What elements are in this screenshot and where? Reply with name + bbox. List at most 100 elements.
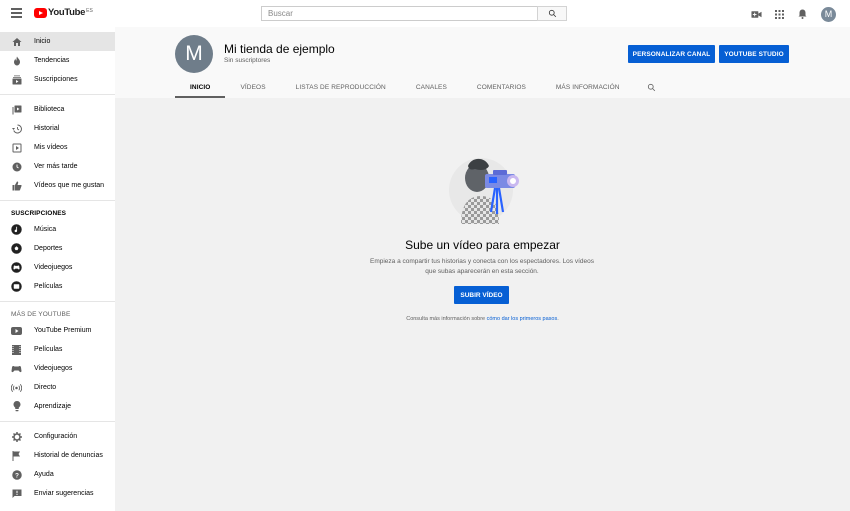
youtube-premium-icon	[11, 325, 22, 336]
masthead-actions: M	[743, 4, 836, 24]
help-text-prefix: Consulta más información sobre	[406, 316, 487, 322]
subscriptions-icon	[11, 74, 22, 85]
sidebar-item-gaming[interactable]: Videojuegos	[0, 258, 115, 277]
sidebar-item-label: Tendencias	[34, 57, 70, 64]
guide-sidebar: Inicio Tendencias Suscripciones Bibliote…	[0, 27, 115, 511]
youtube-studio-button[interactable]: YOUTUBE STUDIO	[719, 45, 789, 63]
sidebar-item-sports[interactable]: Deportes	[0, 239, 115, 258]
watch-later-icon	[11, 161, 22, 172]
sidebar-item-label: Suscripciones	[34, 76, 78, 83]
flag-icon	[11, 450, 22, 461]
sidebar-item-watch-later[interactable]: Ver más tarde	[0, 157, 115, 176]
lightbulb-icon	[11, 401, 22, 412]
tab-home[interactable]: INICIO	[175, 76, 226, 98]
create-video-button[interactable]	[746, 4, 766, 24]
my-videos-icon	[11, 142, 22, 153]
tab-playlists[interactable]: LISTAS DE REPRODUCCIÓN	[281, 76, 401, 98]
controller-icon	[11, 363, 22, 374]
youtube-logo[interactable]: YouTube ES	[34, 8, 93, 18]
search-bar	[261, 6, 567, 21]
svg-text:?: ?	[15, 472, 19, 479]
sidebar-item-label: Vídeos que me gustan	[34, 182, 105, 189]
apps-grid-icon	[774, 9, 784, 19]
channel-search-button[interactable]	[639, 76, 665, 98]
sidebar-item-library[interactable]: Biblioteca	[0, 100, 115, 119]
tab-channels[interactable]: CANALES	[401, 76, 462, 98]
sidebar-item-films[interactable]: Películas	[0, 340, 115, 359]
sidebar-item-my-videos[interactable]: Mis vídeos	[0, 138, 115, 157]
sidebar-item-home[interactable]: Inicio	[0, 32, 115, 51]
empty-state-title: Sube un vídeo para empezar	[405, 238, 560, 252]
tab-videos[interactable]: VÍDEOS	[225, 76, 280, 98]
sidebar-item-label: Biblioteca	[34, 106, 65, 113]
sidebar-item-label: Música	[34, 226, 57, 233]
getting-started-link[interactable]: cómo dar los primeros pasos	[487, 316, 558, 322]
sidebar-item-movies[interactable]: Películas	[0, 277, 115, 296]
sidebar-item-label: Configuración	[34, 433, 78, 440]
history-icon	[11, 123, 22, 134]
sidebar-item-report-history[interactable]: Historial de denuncias	[0, 446, 115, 465]
search-icon	[647, 83, 656, 91]
feedback-icon	[11, 488, 22, 499]
masthead: YouTube ES M	[0, 0, 850, 27]
gear-icon	[11, 431, 22, 442]
sidebar-item-music[interactable]: Música	[0, 220, 115, 239]
sidebar-item-label: Aprendizaje	[34, 403, 71, 410]
live-icon	[11, 382, 22, 393]
subscriber-count: Sin suscriptores	[224, 57, 271, 64]
youtube-play-icon	[34, 8, 47, 18]
logo-text: YouTube	[48, 7, 86, 18]
sidebar-item-label: Ayuda	[34, 471, 54, 478]
empty-state-description: Empieza a compartir tus historias y cone…	[370, 258, 594, 275]
sidebar-item-help[interactable]: ? Ayuda	[0, 465, 115, 484]
sidebar-item-send-feedback[interactable]: Enviar sugerencias	[0, 484, 115, 503]
sidebar-item-label: Inicio	[34, 38, 51, 45]
channel-tabs: INICIO VÍDEOS LISTAS DE REPRODUCCIÓN CAN…	[175, 76, 665, 98]
logo-region: ES	[86, 8, 93, 14]
sports-icon	[11, 243, 22, 254]
gaming-icon	[11, 262, 22, 273]
sidebar-item-label: Enviar sugerencias	[34, 490, 94, 497]
sidebar-item-learning[interactable]: Aprendizaje	[0, 397, 115, 416]
sidebar-item-subscriptions[interactable]: Suscripciones	[0, 70, 115, 89]
sidebar-item-history[interactable]: Historial	[0, 119, 115, 138]
upload-video-button[interactable]: SUBIR VÍDEO	[454, 286, 509, 304]
sidebar-item-live[interactable]: Directo	[0, 378, 115, 397]
thumbs-up-icon	[11, 180, 22, 191]
apps-button[interactable]	[769, 4, 789, 24]
video-camera-add-icon	[750, 10, 762, 18]
sidebar-item-label: Ver más tarde	[34, 163, 78, 170]
notifications-button[interactable]	[792, 4, 812, 24]
sidebar-item-videogames[interactable]: Videojuegos	[0, 359, 115, 378]
sidebar-item-youtube-premium[interactable]: YouTube Premium	[0, 321, 115, 340]
tab-about[interactable]: MÁS INFORMACIÓN	[541, 76, 635, 98]
sidebar-item-settings[interactable]: Configuración	[0, 427, 115, 446]
sidebar-item-label: Historial	[34, 125, 60, 132]
sidebar-item-trending[interactable]: Tendencias	[0, 51, 115, 70]
sidebar-item-label: Películas	[34, 283, 63, 290]
search-icon	[548, 9, 556, 18]
flame-icon	[11, 55, 22, 66]
sidebar-item-label: YouTube Premium	[34, 327, 92, 334]
more-from-youtube-header: MÁS DE YOUTUBE	[11, 310, 71, 318]
bell-icon	[798, 9, 806, 19]
customize-channel-button[interactable]: PERSONALIZAR CANAL	[628, 45, 715, 63]
sidebar-item-label: Mis vídeos	[34, 144, 68, 151]
account-avatar[interactable]: M	[821, 6, 836, 22]
sidebar-item-label: Deportes	[34, 245, 63, 252]
tab-comments[interactable]: COMENTARIOS	[462, 76, 541, 98]
sidebar-divider	[0, 421, 115, 422]
channel-avatar: M	[175, 35, 213, 73]
search-input[interactable]	[261, 6, 537, 21]
search-button[interactable]	[537, 6, 567, 21]
subscriptions-section-header: SUSCRIPCIONES	[11, 209, 67, 217]
film-icon	[11, 344, 22, 355]
sidebar-item-label: Películas	[34, 346, 63, 353]
sidebar-divider	[0, 94, 115, 95]
sidebar-item-label: Videojuegos	[34, 264, 73, 271]
sidebar-item-label: Directo	[34, 384, 57, 391]
sidebar-item-label: Videojuegos	[34, 365, 73, 372]
menu-icon[interactable]	[11, 8, 22, 18]
sidebar-divider	[0, 301, 115, 302]
sidebar-item-liked-videos[interactable]: Vídeos que me gustan	[0, 176, 115, 195]
